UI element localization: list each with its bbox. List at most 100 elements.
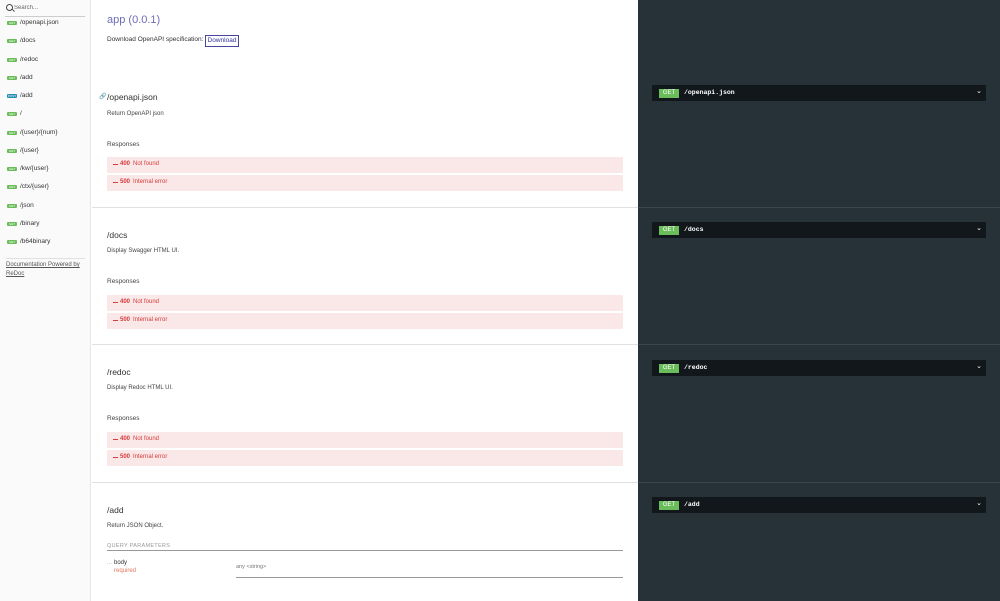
sidebar-item-label: /docs <box>20 37 36 44</box>
sidebar-item-label: /redoc <box>20 56 39 63</box>
get-method-badge: GET <box>7 167 17 171</box>
response-code: 500 <box>120 179 131 185</box>
operation-description: Return JSON Object. <box>107 523 164 529</box>
sidebar-item-post-add[interactable]: POST /add <box>0 90 90 106</box>
response-code: 400 <box>120 436 131 442</box>
endpoint-path: /redoc <box>684 364 708 371</box>
search-icon <box>6 4 13 11</box>
sidebar-item-label: /openapi.json <box>20 19 59 26</box>
response-code: 400 <box>120 161 131 167</box>
post-method-badge: POST <box>7 94 17 98</box>
sidebar-item-label: /{user}/{num} <box>20 129 58 136</box>
sidebar-item-label: /json <box>20 202 34 209</box>
panel-divider <box>638 482 1000 483</box>
response-message: Internal error <box>133 317 168 323</box>
response-400[interactable]: 400 Not found <box>107 157 623 173</box>
response-400[interactable]: 400 Not found <box>107 295 623 311</box>
download-button[interactable]: Download <box>205 35 239 47</box>
sidebar-item-get-docs[interactable]: GET /docs <box>0 35 90 51</box>
samples-panel: GET /openapi.json ⌄ GET /docs ⌄ GET /red… <box>638 0 1000 601</box>
responses-heading: Responses <box>107 141 140 148</box>
operation-title: /openapi.json <box>107 92 158 102</box>
operation-description: Display Swagger HTML UI. <box>107 248 180 254</box>
sidebar-item-label: /kw/{user} <box>20 165 49 172</box>
query-parameters-divider <box>107 550 623 551</box>
get-method-badge: GET <box>7 39 17 43</box>
sidebar-item-get-redoc[interactable]: GET /redoc <box>0 54 90 70</box>
chevron-down-icon: ⌄ <box>976 88 982 95</box>
endpoint-dropdown[interactable]: GET /add ⌄ <box>652 497 986 513</box>
response-message: Not found <box>133 436 160 442</box>
param-required: required <box>114 568 137 574</box>
chevron-down-icon: ⌄ <box>976 500 982 507</box>
search-input[interactable] <box>14 2 88 14</box>
get-method-badge: GET <box>7 112 17 116</box>
redoc-powered-link[interactable]: Documentation Powered by ReDoc <box>6 261 86 279</box>
download-label: Download OpenAPI specification: <box>107 36 204 43</box>
sidebar-item-label: /add <box>20 74 33 81</box>
operation-title: /docs <box>107 230 128 240</box>
response-500[interactable]: 500 Internal error <box>107 450 623 466</box>
collapse-dash-icon <box>113 457 118 458</box>
response-400[interactable]: 400 Not found <box>107 432 623 448</box>
chevron-down-icon: ⌄ <box>976 225 982 232</box>
endpoint-path: /openapi.json <box>684 89 735 96</box>
sidebar-item-get-ctx-user[interactable]: GET /ctx/{user} <box>0 181 90 197</box>
operation-description: Return OpenAPI json <box>107 111 164 117</box>
sidebar-divider <box>6 258 85 259</box>
response-code: 400 <box>120 299 131 305</box>
sidebar-item-label: /ctx/{user} <box>20 183 49 190</box>
param-name: body <box>114 560 128 566</box>
http-method-badge: GET <box>659 89 679 98</box>
sidebar-item-get-user[interactable]: GET /{user} <box>0 145 90 161</box>
sidebar-item-get-user-num[interactable]: GET /{user}/{num} <box>0 127 90 143</box>
sidebar-item-label: /{user} <box>20 147 39 154</box>
section-divider <box>92 344 638 345</box>
section-divider <box>92 482 638 483</box>
collapse-dash-icon <box>113 320 118 321</box>
operation-title: /redoc <box>107 367 131 377</box>
http-method-badge: GET <box>659 226 679 235</box>
response-500[interactable]: 500 Internal error <box>107 175 623 191</box>
param-tree-icon: ··· <box>107 561 112 567</box>
sidebar-item-get-root[interactable]: GET / <box>0 108 90 124</box>
sidebar-item-get-kw-user[interactable]: GET /kw/{user} <box>0 163 90 179</box>
get-method-badge: GET <box>7 58 17 62</box>
api-content: app (0.0.1) Download OpenAPI specificati… <box>92 0 638 601</box>
sidebar-item-get-b64binary[interactable]: GET /b64binary <box>0 236 90 252</box>
param-divider <box>236 577 623 578</box>
endpoint-dropdown[interactable]: GET /docs ⌄ <box>652 222 986 238</box>
link-icon[interactable]: 🔗 <box>99 93 106 100</box>
responses-heading: Responses <box>107 415 140 422</box>
sidebar-item-get-openapi-json[interactable]: GET /openapi.json <box>0 17 90 33</box>
sidebar-item-get-binary[interactable]: GET /binary <box>0 218 90 234</box>
get-method-badge: GET <box>7 76 17 80</box>
get-method-badge: GET <box>7 240 17 244</box>
response-message: Not found <box>133 299 160 305</box>
endpoint-path: /add <box>684 501 700 508</box>
get-method-badge: GET <box>7 185 17 189</box>
collapse-dash-icon <box>113 302 118 303</box>
query-parameters-heading: QUERY PARAMETERS <box>107 543 171 549</box>
sidebar-item-label: /binary <box>20 220 40 227</box>
endpoint-dropdown[interactable]: GET /openapi.json ⌄ <box>652 85 986 101</box>
sidebar-item-label: /b64binary <box>20 238 51 245</box>
chevron-down-icon: ⌄ <box>976 363 982 370</box>
section-divider <box>92 207 638 208</box>
collapse-dash-icon <box>113 439 118 440</box>
sidebar-item-label: / <box>20 110 22 117</box>
endpoint-dropdown[interactable]: GET /redoc ⌄ <box>652 360 986 376</box>
search-box[interactable] <box>5 2 88 17</box>
operation-description: Display Redoc HTML UI. <box>107 385 173 391</box>
responses-heading: Responses <box>107 278 140 285</box>
get-method-badge: GET <box>7 131 17 135</box>
response-500[interactable]: 500 Internal error <box>107 313 623 329</box>
sidebar-item-get-json[interactable]: GET /json <box>0 200 90 216</box>
response-message: Not found <box>133 161 160 167</box>
operation-title: /add <box>107 505 124 515</box>
response-message: Internal error <box>133 179 168 185</box>
get-method-badge: GET <box>7 222 17 226</box>
sidebar-item-get-add[interactable]: GET /add <box>0 72 90 88</box>
sidebar-item-label: /add <box>20 92 33 99</box>
endpoint-path: /docs <box>684 226 704 233</box>
